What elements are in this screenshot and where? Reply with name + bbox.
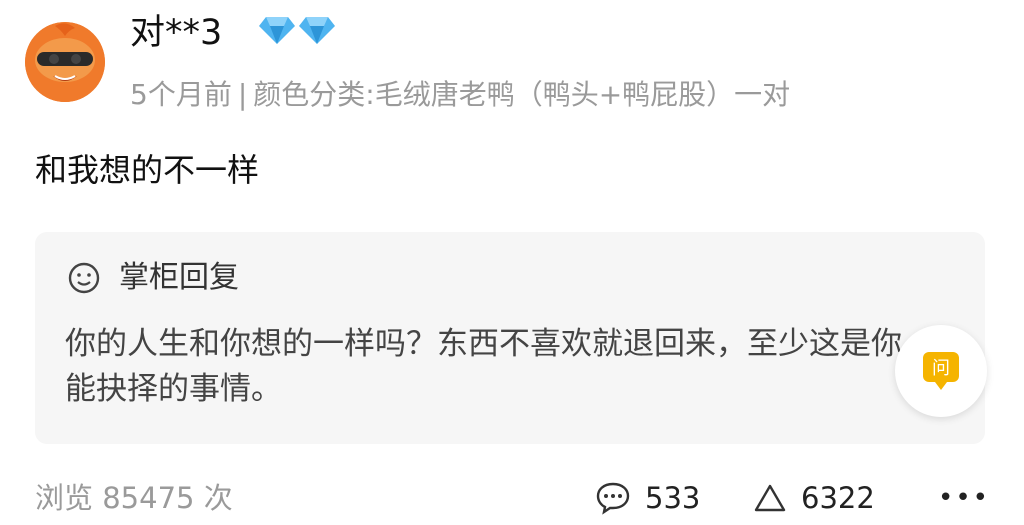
seller-reply: 掌柜回复 你的人生和你想的一样吗？东西不喜欢就退回来，至少这是你能抉择的事情。 [35, 232, 985, 444]
sku-info: 颜色分类:毛绒唐老鸭（鸭头+鸭屁股）一对 [253, 78, 791, 111]
like-button[interactable]: 6322 [753, 478, 875, 518]
more-button[interactable]: ••• [938, 478, 990, 518]
reply-title: 掌柜回复 [119, 260, 239, 295]
username[interactable]: 对**3 [130, 12, 222, 54]
diamond-icon [299, 17, 335, 44]
review-footer: 浏览 85475 次 533 6322 ••• [35, 478, 990, 518]
meta-separator: | [237, 78, 248, 111]
review-meta: 5个月前 | 颜色分类:毛绒唐老鸭（鸭头+鸭屁股）一对 [130, 78, 790, 112]
comment-count: 533 [645, 481, 701, 515]
like-triangle-icon [754, 484, 786, 512]
smile-icon [68, 262, 100, 294]
review-text: 和我想的不一样 [35, 151, 260, 189]
diamond-icon [259, 17, 295, 44]
review-time: 5个月前 [130, 78, 232, 111]
reply-header: 掌柜回复 [67, 260, 239, 296]
comment-icon [596, 482, 630, 515]
reply-body: 你的人生和你想的一样吗？东西不喜欢就退回来，至少这是你能抉择的事情。 [65, 326, 902, 407]
like-count: 6322 [801, 481, 875, 515]
avatar[interactable] [25, 22, 105, 102]
ask-label: 问 [932, 358, 950, 379]
view-count: 浏览 85475 次 [35, 481, 233, 515]
comment-button[interactable]: 533 [595, 478, 700, 518]
ask-bubble-icon: 问 [923, 352, 959, 390]
duck-avatar-icon [25, 22, 105, 102]
ask-button[interactable]: 问 [895, 325, 987, 417]
vip-badge [258, 15, 336, 45]
